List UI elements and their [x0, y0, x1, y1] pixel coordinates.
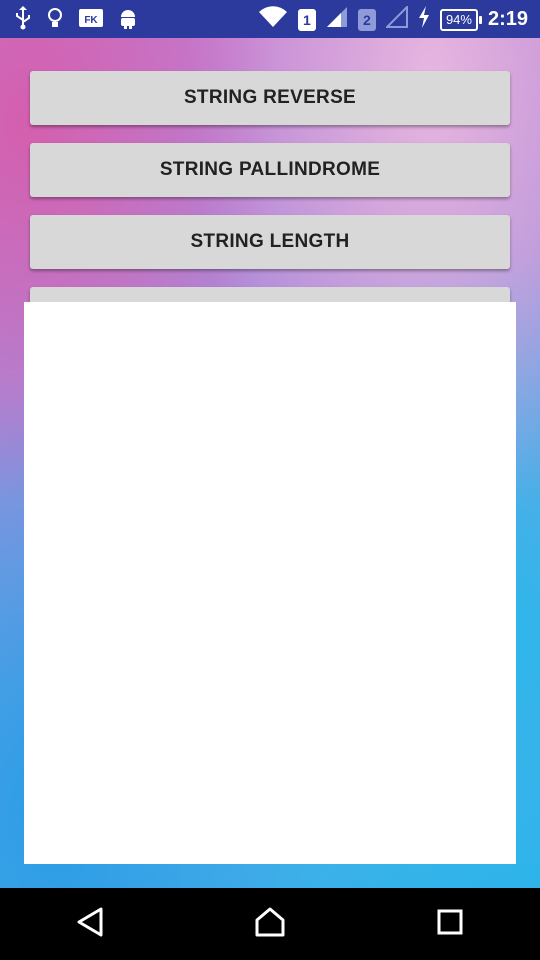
- recents-icon: [436, 908, 464, 941]
- app-content: STRING REVERSE STRING PALLINDROME STRING…: [0, 38, 540, 888]
- charging-icon: [418, 6, 430, 33]
- string-length-button[interactable]: STRING LENGTH: [30, 215, 510, 269]
- lightbulb-icon: [46, 6, 64, 35]
- fk-icon: FK: [78, 7, 104, 34]
- navigation-bar: [0, 888, 540, 960]
- status-bar: FK 1 2 94% 2:19: [0, 0, 540, 38]
- home-icon: [254, 906, 286, 943]
- sim2-badge: 2: [357, 8, 376, 31]
- usb-icon: [14, 6, 32, 35]
- signal-empty-icon: [384, 4, 408, 33]
- signal-icon: [326, 6, 348, 33]
- fk-label: FK: [84, 15, 98, 26]
- android-icon: [118, 6, 138, 35]
- back-icon: [75, 906, 105, 943]
- home-button[interactable]: [240, 894, 300, 954]
- string-pallindrome-button[interactable]: STRING PALLINDROME: [30, 143, 510, 197]
- back-button[interactable]: [60, 894, 120, 954]
- sim1-badge: 1: [297, 8, 316, 31]
- battery-indicator: 94%: [439, 8, 483, 31]
- dialog-panel: [24, 302, 516, 864]
- clock: 2:19: [487, 8, 528, 30]
- recents-button[interactable]: [420, 894, 480, 954]
- wifi-icon: [258, 6, 288, 33]
- string-reverse-button[interactable]: STRING REVERSE: [30, 71, 510, 125]
